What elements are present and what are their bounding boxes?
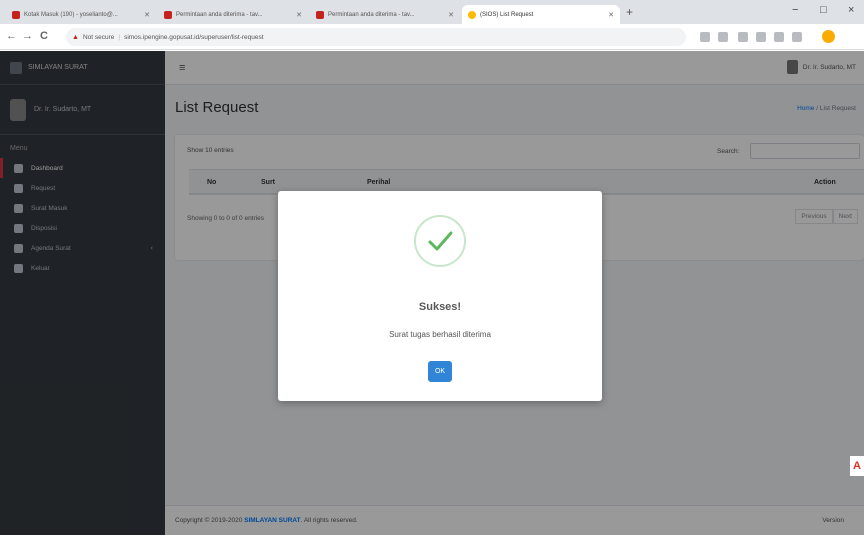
back-button[interactable]: ← <box>6 30 17 42</box>
close-window-button[interactable]: × <box>848 4 854 16</box>
tab-label: Permintaan anda diterima - tav... <box>176 11 263 18</box>
success-check-icon <box>414 215 466 267</box>
puzzle-icon[interactable] <box>792 32 802 42</box>
forward-button[interactable]: → <box>22 30 33 42</box>
browser-tab-active[interactable]: (SIOS) List Request ✕ <box>462 5 620 24</box>
security-label: Not secure <box>82 33 115 41</box>
tab-close-icon[interactable]: ✕ <box>296 11 302 19</box>
restore-button[interactable]: □ <box>820 4 827 16</box>
extension-icon[interactable] <box>774 32 784 42</box>
new-tab-button[interactable]: + <box>626 5 633 19</box>
address-bar[interactable]: ▲ Not secure | simos.ipengine.gopusat.id… <box>66 28 686 46</box>
gmail-icon <box>316 10 324 19</box>
browser-tab[interactable]: Permintaan anda diterima - tav... ✕ <box>310 5 460 24</box>
tab-label: Permintaan anda diterima - tav... <box>328 11 415 18</box>
browser-toolbar: ← → C ▲ Not secure | simos.ipengine.gopu… <box>0 24 864 50</box>
gmail-icon <box>12 10 20 19</box>
url-text: simos.ipengine.gopusat.id/superuser/list… <box>124 33 264 41</box>
extension-icon[interactable] <box>756 32 766 42</box>
extension-icon[interactable] <box>700 32 710 42</box>
browser-tab[interactable]: Kotak Masuk (190) - yoselianto@... ✕ <box>6 5 156 24</box>
tab-label: (SIOS) List Request <box>480 11 534 18</box>
browser-tabbar: Kotak Masuk (190) - yoselianto@... ✕ Per… <box>0 0 864 24</box>
success-dialog: Sukses! Surat tugas berhasil diterima OK <box>278 191 602 401</box>
bookmark-star-icon[interactable] <box>718 32 728 42</box>
profile-avatar-icon[interactable] <box>822 30 835 43</box>
reload-button[interactable]: C <box>40 30 48 42</box>
tab-label: Kotak Masuk (190) - yoselianto@... <box>24 11 118 18</box>
tab-close-icon[interactable]: ✕ <box>144 11 150 19</box>
site-favicon-icon <box>468 10 476 19</box>
warning-icon: ▲ <box>72 33 79 41</box>
gmail-icon <box>164 10 172 19</box>
app-badge-icon: A <box>850 456 864 476</box>
minimize-button[interactable]: − <box>792 4 798 16</box>
tab-close-icon[interactable]: ✕ <box>448 11 454 19</box>
ok-button[interactable]: OK <box>428 361 452 382</box>
dialog-title: Sukses! <box>418 301 462 313</box>
tab-close-icon[interactable]: ✕ <box>608 11 614 19</box>
separator: | <box>118 33 121 41</box>
dialog-message: Surat tugas berhasil diterima <box>389 330 491 339</box>
extension-icon[interactable] <box>738 32 748 42</box>
browser-tab[interactable]: Permintaan anda diterima - tav... ✕ <box>158 5 308 24</box>
